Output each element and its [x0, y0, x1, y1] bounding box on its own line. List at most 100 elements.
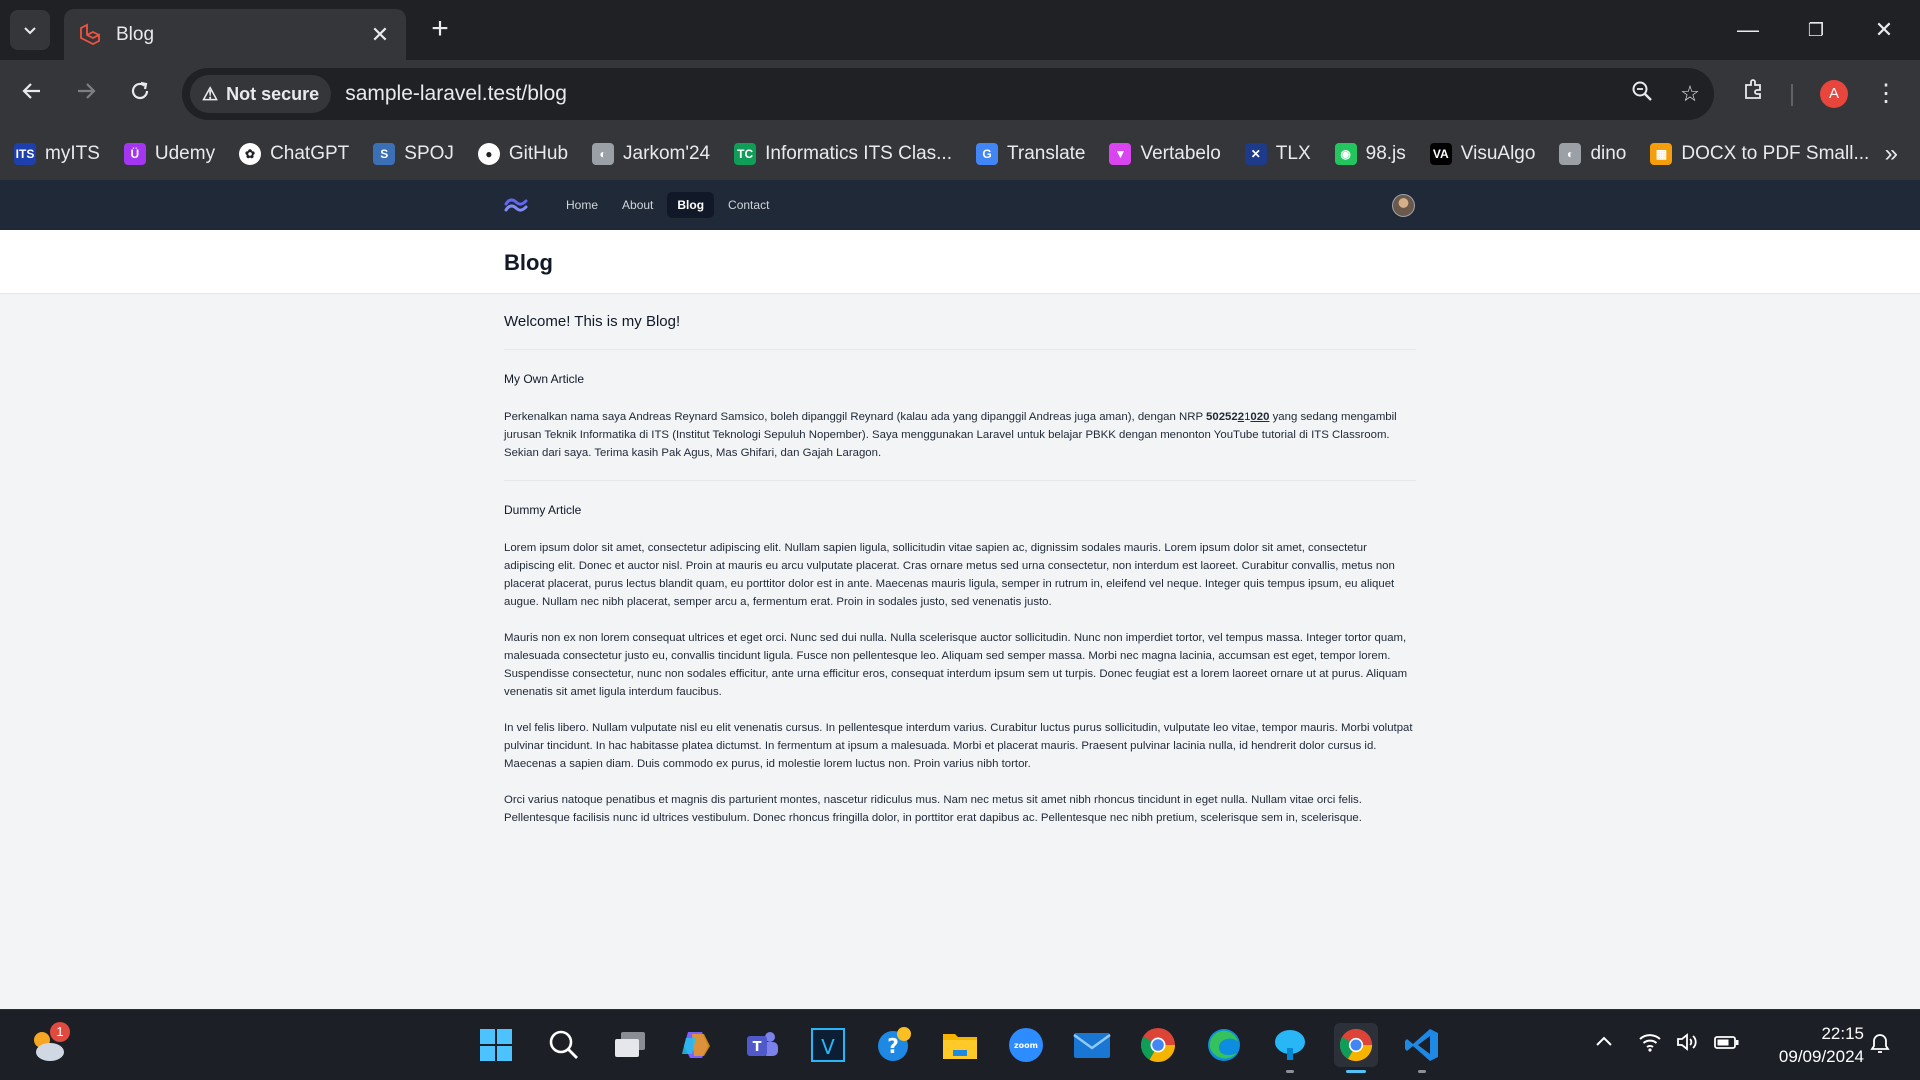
- welcome-text: Welcome! This is my Blog!: [504, 313, 681, 330]
- bookmark-chatgpt[interactable]: ✿ ChatGPT: [239, 143, 349, 165]
- translate-icon: G: [975, 143, 998, 165]
- v-app-icon: V: [811, 1028, 845, 1062]
- page-header: Blog: [0, 230, 1920, 294]
- url-text[interactable]: sample-laravel.test/blog: [345, 82, 1618, 106]
- bookmark-informatics-its-clas[interactable]: TC Informatics ITS Clas...: [734, 143, 952, 165]
- vertabelo-icon: ▼: [1109, 143, 1132, 165]
- nrp-part: 50252: [1206, 411, 1238, 423]
- search-button[interactable]: [542, 1023, 586, 1067]
- tab-strip: Blog ✕ + — ❐ ✕: [0, 0, 1920, 60]
- bookmark-dino[interactable]: ◐ dino: [1559, 143, 1626, 165]
- chatgpt-icon: ✿: [239, 143, 262, 165]
- bookmark-label: 98.js: [1365, 143, 1406, 164]
- bookmark-label: Translate: [1006, 143, 1086, 164]
- svg-text:V: V: [821, 1035, 835, 1059]
- forward-button[interactable]: [68, 76, 104, 112]
- article-body: Perkenalkan nama saya Andreas Reynard Sa…: [504, 408, 1416, 462]
- close-tab-icon[interactable]: ✕: [368, 22, 392, 48]
- bookmark-docx-to-pdf-small[interactable]: ▦ DOCX to PDF Small...: [1650, 143, 1869, 165]
- mail-app[interactable]: [1070, 1023, 1114, 1067]
- zoom-icon[interactable]: [1618, 80, 1666, 108]
- bookmark-tlx[interactable]: ✕ TLX: [1244, 143, 1311, 165]
- article-title: My Own Article: [504, 372, 585, 386]
- address-bar[interactable]: ⚠ Not secure sample-laravel.test/blog ☆: [182, 68, 1714, 120]
- bookmark-vertabelo[interactable]: ▼ Vertabelo: [1109, 143, 1221, 165]
- user-avatar[interactable]: [1392, 194, 1415, 217]
- bookmark-label: SPOJ: [404, 143, 454, 164]
- zoom-icon: zoom: [1009, 1028, 1043, 1062]
- article-paragraph: Perkenalkan nama saya Andreas Reynard Sa…: [504, 408, 1416, 462]
- show-hidden-icons[interactable]: [1594, 1032, 1614, 1058]
- chrome-app[interactable]: [1136, 1023, 1180, 1067]
- vertabelo-app[interactable]: V: [806, 1023, 850, 1067]
- bookmark-github[interactable]: ● GitHub: [477, 143, 568, 165]
- file-explorer-app[interactable]: [938, 1023, 982, 1067]
- nrp-text: 5025221020: [1206, 411, 1269, 423]
- paragraph-text: Perkenalkan nama saya Andreas Reynard Sa…: [504, 411, 1207, 423]
- bookmark-label: TLX: [1275, 143, 1311, 164]
- notification-center-icon[interactable]: [1868, 1032, 1892, 1062]
- minimize-button[interactable]: —: [1724, 12, 1772, 48]
- edge-icon: [1208, 1029, 1240, 1061]
- profile-avatar[interactable]: A: [1820, 80, 1848, 108]
- security-indicator[interactable]: ⚠ Not secure: [190, 75, 332, 113]
- bookmark-98-js[interactable]: ◉ 98.js: [1334, 143, 1406, 165]
- nav-link-home[interactable]: Home: [556, 192, 608, 218]
- web-page: Home About Blog Contact Blog Welcome! This …: [0, 180, 1920, 1009]
- bookmark-label: DOCX to PDF Small...: [1681, 143, 1870, 164]
- udemy-icon: Ü: [123, 143, 146, 165]
- volume-icon[interactable]: [1676, 1032, 1700, 1058]
- bookmark-myits[interactable]: ITS myITS: [14, 143, 100, 165]
- nrp-part: 020: [1250, 411, 1270, 423]
- running-indicator: [1418, 1070, 1426, 1073]
- more-bookmarks-icon[interactable]: »: [1885, 140, 1898, 168]
- vscode-app[interactable]: [1400, 1023, 1444, 1073]
- security-label: Not secure: [226, 83, 320, 104]
- globe-icon: ◐: [1559, 143, 1582, 165]
- nav-link-about[interactable]: About: [612, 192, 663, 218]
- chevron-up-icon: [1596, 1036, 1612, 1046]
- bookmark-udemy[interactable]: Ü Udemy: [123, 143, 215, 165]
- bookmark-label: Vertabelo: [1140, 143, 1221, 164]
- system-clock[interactable]: 22:15 09/09/2024: [1754, 1022, 1864, 1068]
- toolbar-divider: [1791, 84, 1793, 106]
- nav-link-blog[interactable]: Blog: [667, 192, 715, 218]
- bookmark-jarkom-24[interactable]: ◐ Jarkom'24: [592, 143, 710, 165]
- chrome-active-app[interactable]: [1334, 1023, 1378, 1073]
- tab-search-button[interactable]: [10, 10, 50, 50]
- wifi-icon[interactable]: [1638, 1032, 1662, 1058]
- bookmark-visualgo[interactable]: VA VisuAlgo: [1429, 143, 1535, 165]
- bookmark-spoj[interactable]: S SPOJ: [373, 143, 454, 165]
- clock-time: 22:15: [1821, 1024, 1864, 1043]
- edge-app[interactable]: [1202, 1023, 1246, 1067]
- menu-kebab-icon[interactable]: ⋮: [1872, 76, 1900, 112]
- laravel-icon: [80, 23, 100, 45]
- restore-button[interactable]: ❐: [1792, 12, 1840, 48]
- nav-link-contact[interactable]: Contact: [718, 192, 779, 218]
- back-button[interactable]: [14, 76, 50, 112]
- task-view-button[interactable]: [608, 1023, 652, 1067]
- extensions-icon[interactable]: [1736, 76, 1772, 112]
- globe-icon: ◐: [592, 143, 615, 165]
- tc-icon: TC: [734, 143, 757, 165]
- article-body: Lorem ipsum dolor sit amet, consectetur …: [504, 539, 1416, 827]
- svg-text:T: T: [753, 1040, 762, 1055]
- browser-tab[interactable]: Blog ✕: [64, 9, 406, 60]
- zoom-app[interactable]: zoom: [1004, 1023, 1048, 1067]
- new-tab-button[interactable]: +: [424, 14, 456, 46]
- help-app[interactable]: ?: [872, 1023, 916, 1067]
- bookmark-label: myITS: [45, 143, 100, 164]
- tailwind-logo-icon[interactable]: [504, 194, 528, 216]
- bookmark-star-icon[interactable]: ☆: [1666, 81, 1714, 107]
- teams-app[interactable]: T: [740, 1023, 784, 1067]
- running-indicator: [1286, 1070, 1294, 1073]
- copilot-app[interactable]: [674, 1023, 718, 1067]
- start-button[interactable]: [474, 1023, 518, 1067]
- bookmark-translate[interactable]: G Translate: [975, 143, 1086, 165]
- reload-button[interactable]: [122, 76, 158, 112]
- drive-app[interactable]: [1268, 1023, 1312, 1073]
- site-nav-links: Home About Blog Contact: [556, 192, 783, 218]
- visualgo-icon: VA: [1429, 143, 1452, 165]
- battery-icon[interactable]: [1714, 1032, 1740, 1058]
- close-window-button[interactable]: ✕: [1860, 12, 1908, 48]
